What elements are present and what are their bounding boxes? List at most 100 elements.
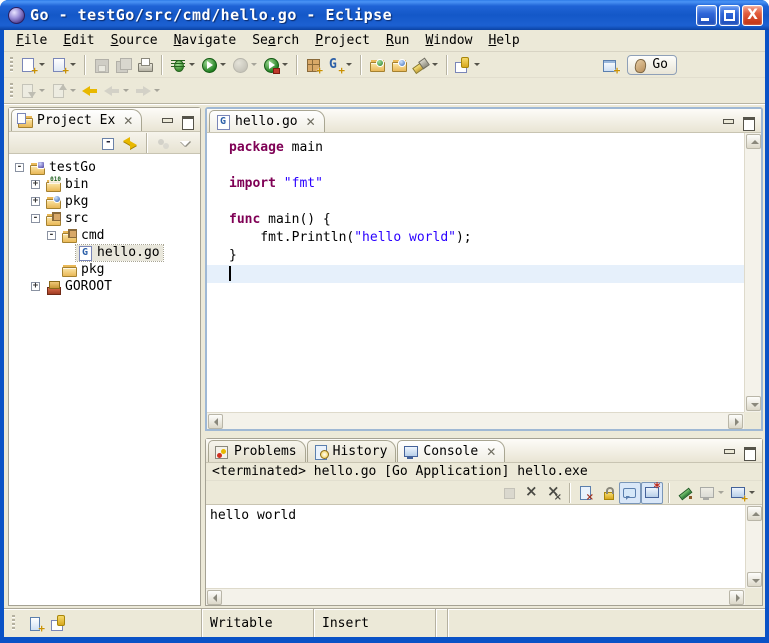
tree-item-hello.go[interactable]: hello.go [9, 244, 200, 261]
dropdown-arrow-icon[interactable] [123, 89, 129, 92]
menu-project[interactable]: Project [307, 31, 378, 50]
maximize-view-button[interactable] [180, 115, 194, 127]
minimize-editor-button[interactable] [721, 116, 735, 128]
code-line[interactable]: func main() { [207, 211, 744, 229]
tree-expander-icon[interactable]: + [31, 282, 40, 291]
tree-item-GOROOT[interactable]: +GOROOT [9, 278, 200, 295]
tab-hello-go[interactable]: hello.go ✕ [209, 110, 325, 132]
link-with-editor-button[interactable] [119, 132, 141, 154]
debug-button[interactable] [167, 54, 198, 76]
menu-file[interactable]: File [8, 31, 55, 50]
focus-on-active-task-button[interactable] [152, 132, 174, 154]
open-perspective-button[interactable] [599, 54, 621, 76]
save-all-button[interactable] [112, 54, 134, 76]
scroll-down-button[interactable] [746, 396, 761, 411]
dropdown-arrow-icon[interactable] [154, 89, 160, 92]
display-selected-console-button[interactable] [696, 482, 727, 504]
statusbar-grip[interactable] [12, 615, 15, 631]
close-tab-icon[interactable]: ✕ [486, 446, 496, 458]
new-package-button[interactable] [302, 54, 324, 76]
dropdown-arrow-icon[interactable] [282, 63, 288, 66]
tree-expander-icon[interactable]: + [31, 197, 40, 206]
code-area[interactable]: package mainimport "fmt"func main() { fm… [207, 133, 744, 412]
dropdown-arrow-icon[interactable] [251, 63, 257, 66]
dropdown-arrow-icon[interactable] [189, 63, 195, 66]
menu-help[interactable]: Help [480, 31, 527, 50]
menu-search[interactable]: Search [244, 31, 307, 50]
scroll-right-button[interactable] [729, 590, 744, 605]
tree-expander-icon[interactable]: - [15, 163, 24, 172]
forward-button[interactable] [132, 80, 163, 102]
new-wizard-button[interactable] [17, 54, 48, 76]
show-when-stdout-changes-button[interactable] [641, 482, 663, 504]
tab-console[interactable]: Console✕ [397, 440, 505, 462]
tree-item-testGo[interactable]: -testGo [9, 159, 200, 176]
code-line[interactable] [207, 265, 744, 283]
scroll-up-button[interactable] [747, 506, 762, 521]
menu-window[interactable]: Window [417, 31, 480, 50]
dropdown-arrow-icon[interactable] [432, 63, 438, 66]
console-vertical-scrollbar[interactable] [745, 505, 762, 588]
next-annotation-button[interactable] [17, 80, 48, 102]
pin-console-button[interactable] [674, 482, 696, 504]
annotation-navigation-button[interactable] [452, 54, 483, 76]
console-output[interactable]: hello world [206, 505, 745, 588]
minimize-view-button[interactable] [160, 115, 174, 127]
open-console-button[interactable] [727, 482, 758, 504]
open-resource-button[interactable] [388, 54, 410, 76]
toolbar-grip[interactable] [10, 83, 13, 99]
editor-horizontal-scrollbar[interactable] [207, 412, 744, 429]
menu-edit[interactable]: Edit [55, 31, 102, 50]
tree-expander-icon[interactable]: + [31, 180, 40, 189]
dropdown-arrow-icon[interactable] [718, 491, 724, 494]
collapse-all-button[interactable] [97, 132, 119, 154]
scroll-left-button[interactable] [207, 590, 222, 605]
maximize-editor-button[interactable] [741, 116, 755, 128]
clear-console-button[interactable] [575, 482, 597, 504]
close-tab-icon[interactable]: ✕ [123, 115, 133, 127]
save-button[interactable] [90, 54, 112, 76]
remove-launch-button[interactable] [520, 482, 542, 504]
external-tools-button[interactable] [260, 54, 291, 76]
maximize-button[interactable] [719, 5, 740, 26]
tree-item-src[interactable]: -src [9, 210, 200, 227]
dropdown-arrow-icon[interactable] [70, 89, 76, 92]
back-button[interactable] [101, 80, 132, 102]
close-button[interactable]: X [742, 5, 763, 26]
dropdown-arrow-icon[interactable] [70, 63, 76, 66]
dropdown-arrow-icon[interactable] [474, 63, 480, 66]
close-tab-icon[interactable]: ✕ [306, 116, 316, 128]
maximize-console-button[interactable] [742, 446, 756, 458]
menu-source[interactable]: Source [103, 31, 166, 50]
dropdown-arrow-icon[interactable] [39, 63, 45, 66]
minimize-console-button[interactable] [722, 446, 736, 458]
toolbar-grip[interactable] [10, 57, 13, 73]
new-go-file-button[interactable] [48, 54, 79, 76]
sync-annotations-icon[interactable] [51, 615, 67, 631]
code-line[interactable] [207, 157, 744, 175]
code-line[interactable] [207, 193, 744, 211]
tree-item-cmd[interactable]: -cmd [9, 227, 200, 244]
scroll-up-button[interactable] [746, 134, 761, 149]
previous-annotation-button[interactable] [48, 80, 79, 102]
dropdown-arrow-icon[interactable] [39, 89, 45, 92]
print-button[interactable] [134, 54, 156, 76]
terminate-button[interactable] [498, 482, 520, 504]
scroll-left-button[interactable] [208, 414, 223, 429]
tree-item-bin[interactable]: +bin [9, 176, 200, 193]
coverage-button[interactable] [229, 54, 260, 76]
run-button[interactable] [198, 54, 229, 76]
last-edit-location-button[interactable] [79, 80, 101, 102]
go-perspective-button[interactable]: Go [627, 55, 677, 75]
tab-history[interactable]: History [307, 440, 397, 462]
search-button[interactable] [410, 54, 441, 76]
code-line[interactable]: } [207, 247, 744, 265]
menu-run[interactable]: Run [378, 31, 417, 50]
word-wrap-button[interactable] [619, 482, 641, 504]
fast-view-icon[interactable] [27, 615, 43, 631]
tree-expander-icon[interactable]: - [31, 214, 40, 223]
code-line[interactable]: package main [207, 139, 744, 157]
new-go-element-button[interactable] [324, 54, 355, 76]
remove-all-terminated-button[interactable] [542, 482, 564, 504]
view-menu-button[interactable] [174, 132, 196, 154]
